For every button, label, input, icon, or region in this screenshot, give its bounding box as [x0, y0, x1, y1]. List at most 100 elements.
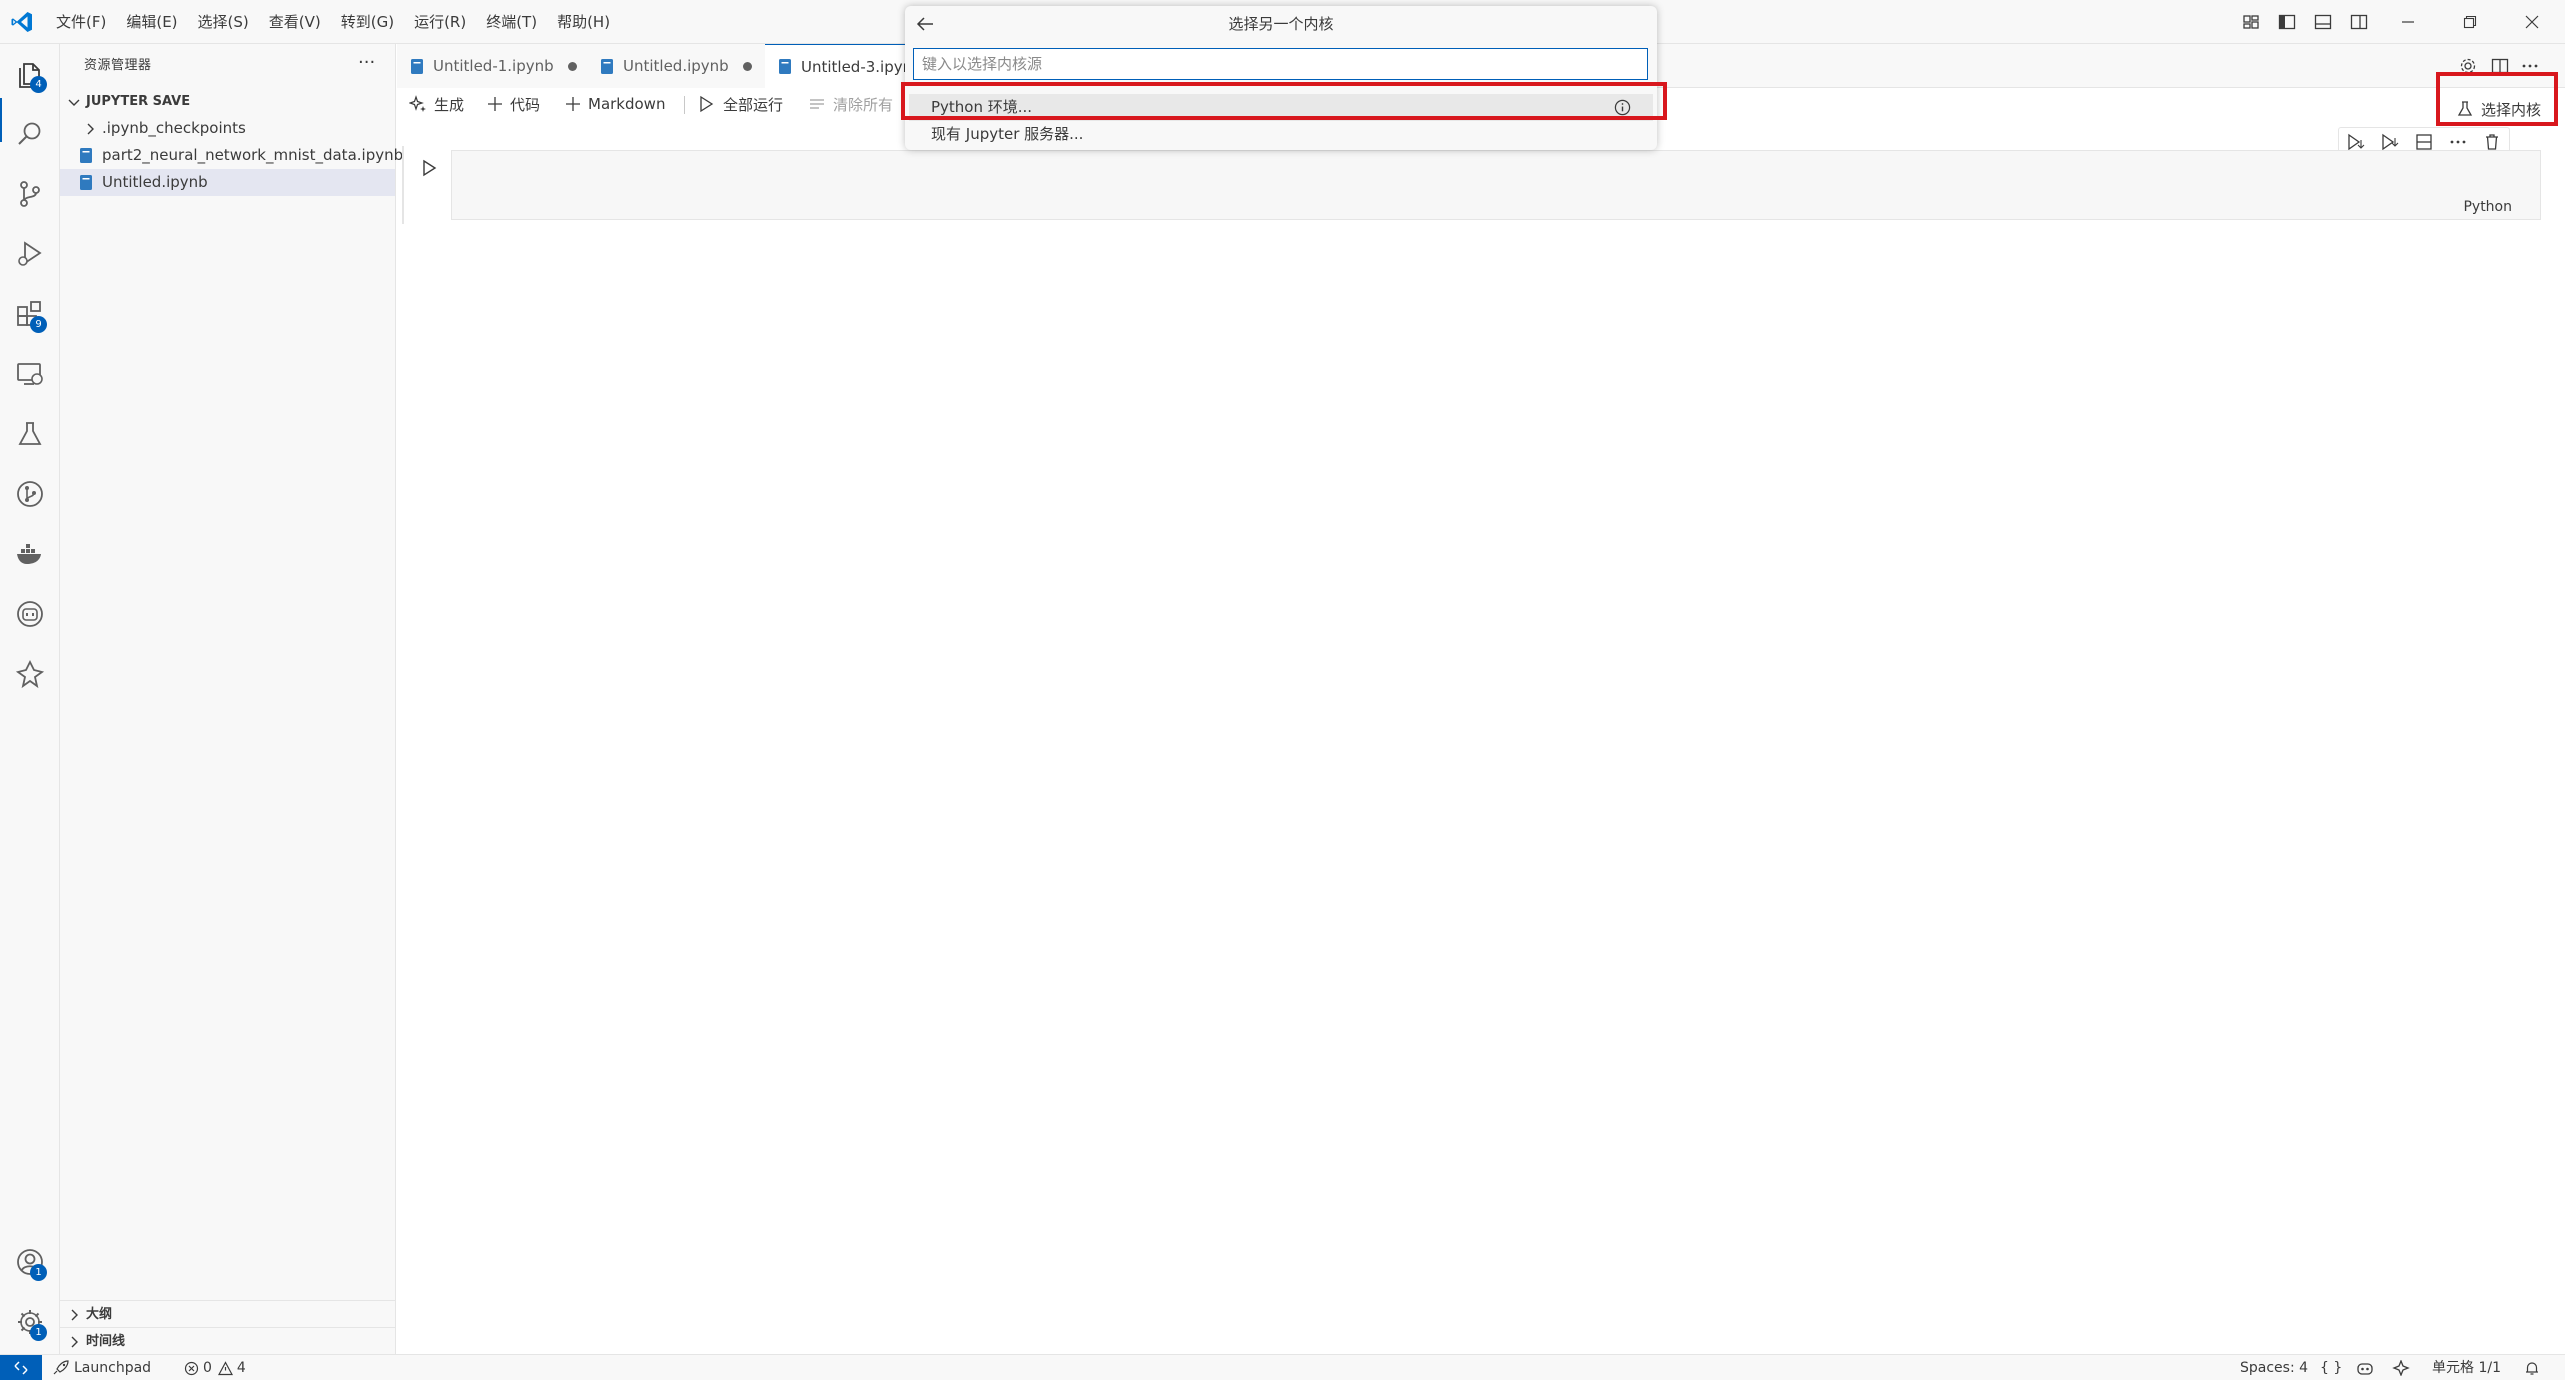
tree-item-label: .ipynb_checkpoints [102, 119, 246, 137]
toggle-panel-icon[interactable] [2313, 12, 2333, 32]
customize-layout-icon[interactable] [2241, 12, 2261, 32]
minimize-button[interactable] [2385, 0, 2431, 44]
sidebar-more-button[interactable]: ··· [358, 52, 375, 73]
timeline-section[interactable]: 时间线 [60, 1327, 395, 1354]
timeline-label: 时间线 [86, 1334, 126, 1349]
remote-explorer-icon [17, 363, 43, 385]
menu-file[interactable]: 文件(F) [46, 0, 116, 44]
launchpad-label: Launchpad [74, 1360, 152, 1376]
toolbar-divider [684, 96, 685, 114]
ai-assistant-button[interactable] [14, 658, 46, 690]
menu-go[interactable]: 转到(G) [331, 0, 404, 44]
clear-all-outputs-button[interactable]: 清除所有 [808, 88, 893, 120]
notifications-button[interactable] [2524, 1355, 2544, 1380]
add-code-cell-button[interactable]: 代码 [487, 88, 540, 120]
remote-indicator-button[interactable] [0, 1355, 42, 1380]
menu-view[interactable]: 查看(V) [259, 0, 331, 44]
menu-terminal[interactable]: 终端(T) [476, 0, 547, 44]
flask-icon [18, 422, 42, 445]
docker-button[interactable] [14, 538, 46, 570]
restore-button[interactable] [2447, 0, 2493, 44]
notebook-file-icon [779, 59, 791, 74]
copilot-button[interactable] [14, 598, 46, 630]
tree-item-part2-notebook[interactable]: part2_neural_network_mnist_data.ipynb [60, 142, 403, 169]
extensions-button[interactable]: 9 [14, 298, 47, 333]
accounts-button[interactable]: 1 [14, 1246, 47, 1281]
kernel-source-input[interactable] [913, 48, 1648, 80]
cell-position-label: 单元格 1/1 [2432, 1360, 2501, 1376]
add-markdown-cell-button[interactable]: Markdown [565, 88, 665, 120]
source-control-icon [20, 181, 40, 207]
rocket-icon [53, 1360, 69, 1375]
cell-language-label[interactable]: Python [2463, 199, 2512, 215]
code-cell-editor[interactable]: Python [451, 150, 2541, 220]
run-all-label: 全部运行 [723, 95, 784, 114]
explorer-badge: 4 [30, 76, 47, 93]
tab-untitled-1[interactable]: Untitled-1.ipynb [397, 44, 592, 88]
more-actions-icon[interactable] [2448, 132, 2468, 152]
tab-label: Untitled-3.ipynb [801, 57, 922, 76]
generate-button[interactable]: 生成 [409, 88, 464, 120]
add-markdown-label: Markdown [588, 95, 666, 113]
vscode-logo-icon [11, 12, 32, 32]
plus-icon [488, 97, 502, 111]
run-all-icon [700, 95, 714, 113]
menu-run[interactable]: 运行(R) [404, 0, 476, 44]
execute-below-icon[interactable] [2380, 132, 2400, 152]
tree-item-label: part2_neural_network_mnist_data.ipynb [102, 146, 404, 164]
split-cell-icon[interactable] [2414, 132, 2434, 152]
toggle-primary-sidebar-icon[interactable] [2277, 12, 2297, 32]
launchpad-button[interactable]: Launchpad [52, 1355, 151, 1380]
error-count: 0 [203, 1360, 212, 1376]
notebook-file-icon [80, 175, 92, 190]
explorer-sidebar: 资源管理器 ··· JUPYTER SAVE .ipynb_checkpoint… [60, 44, 403, 1354]
manage-button[interactable]: 1 [14, 1306, 47, 1341]
accounts-badge: 1 [30, 1264, 47, 1281]
explorer-button[interactable]: 4 [14, 58, 47, 93]
run-all-button[interactable]: 全部运行 [698, 88, 783, 120]
run-debug-button[interactable] [14, 238, 46, 270]
remote-icon [14, 1361, 28, 1375]
bell-icon [2526, 1362, 2538, 1375]
dirty-indicator[interactable] [567, 61, 577, 71]
robot-icon [17, 601, 43, 627]
minimize-icon [2402, 21, 2414, 23]
testing-button[interactable] [14, 418, 46, 450]
chevron-right-icon [71, 1336, 78, 1348]
tab-untitled[interactable]: Untitled.ipynb [587, 44, 767, 88]
source-control-button[interactable] [14, 178, 46, 210]
git-graph-button[interactable] [14, 478, 46, 510]
toggle-secondary-sidebar-icon[interactable] [2349, 12, 2369, 32]
outline-label: 大纲 [86, 1307, 113, 1322]
ai-status-button[interactable] [2392, 1355, 2414, 1380]
tree-item-untitled-notebook[interactable]: Untitled.ipynb [60, 169, 395, 196]
trash-icon[interactable] [2482, 132, 2502, 152]
add-code-label: 代码 [510, 95, 541, 114]
menu-edit[interactable]: 编辑(E) [116, 0, 187, 44]
copilot-status-button[interactable] [2356, 1355, 2378, 1380]
indentation-button[interactable]: Spaces: 4 [2240, 1355, 2308, 1380]
tree-item-ipynb-checkpoints[interactable]: .ipynb_checkpoints [60, 115, 395, 142]
clear-all-label: 清除所有 [833, 95, 894, 114]
cell-position-button[interactable]: 单元格 1/1 [2432, 1355, 2501, 1380]
menu-help[interactable]: 帮助(H) [547, 0, 620, 44]
dirty-indicator[interactable] [742, 61, 752, 71]
highlight-box [2436, 72, 2558, 126]
search-icon [18, 122, 41, 145]
execute-above-icon[interactable] [2346, 132, 2366, 152]
workspace-folder-header[interactable]: JUPYTER SAVE [60, 88, 395, 115]
run-cell-icon[interactable] [419, 158, 439, 178]
sparkle-icon [15, 659, 45, 689]
search-button[interactable] [14, 118, 46, 150]
option-label: 现有 Jupyter 服务器... [931, 125, 1084, 143]
language-mode-button[interactable]: { } [2320, 1355, 2342, 1380]
cell-focus-indicator [402, 146, 404, 224]
outline-section[interactable]: 大纲 [60, 1300, 395, 1327]
menu-selection[interactable]: 选择(S) [188, 0, 259, 44]
close-window-button[interactable] [2509, 0, 2555, 44]
existing-jupyter-server-option[interactable]: 现有 Jupyter 服务器... [909, 121, 1653, 148]
problems-button[interactable]: 0 4 [184, 1355, 246, 1380]
sparkle-icon [2392, 1360, 2410, 1376]
remote-explorer-button[interactable] [14, 358, 46, 390]
indentation-label: Spaces: 4 [2240, 1360, 2309, 1376]
